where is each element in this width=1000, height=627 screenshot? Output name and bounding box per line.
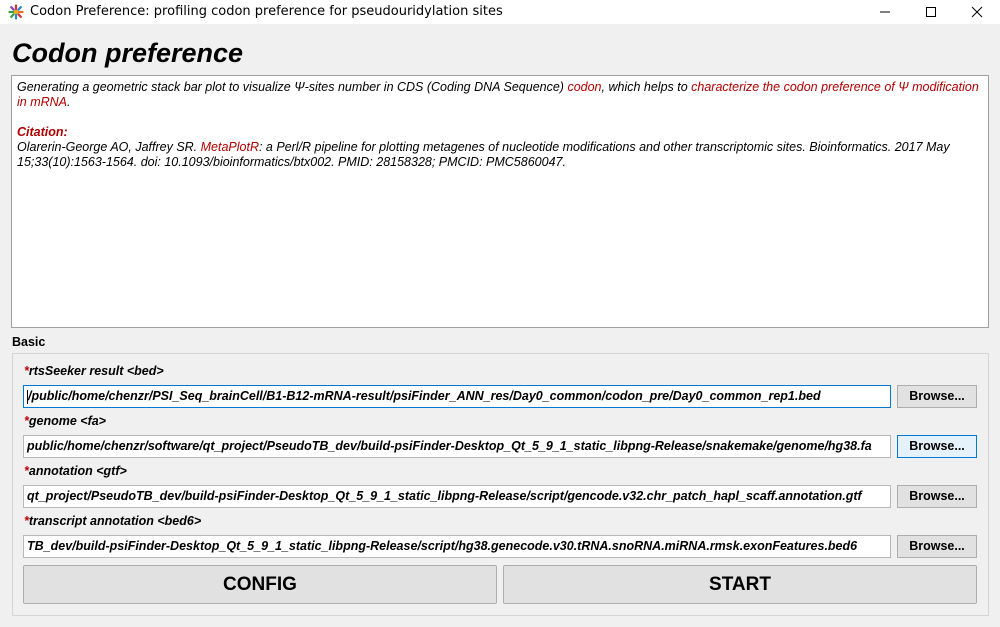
minimize-button[interactable] (862, 0, 908, 24)
browse-rtsseeker-button[interactable]: Browse... (897, 385, 977, 408)
codon-highlight: codon (567, 80, 602, 94)
metaplotr-link: MetaPlotR (200, 140, 259, 154)
minimize-icon (880, 11, 890, 13)
page-title: Codon preference (12, 38, 244, 68)
browse-annotation-button[interactable]: Browse... (897, 485, 977, 508)
genome-input[interactable]: public/home/chenzr/software/qt_project/P… (23, 435, 891, 458)
annotation-label: *annotation <gtf> (24, 464, 127, 478)
maximize-icon (926, 7, 936, 17)
window-title: Codon Preference: profiling codon prefer… (30, 4, 503, 19)
citation-label: Citation: (17, 125, 68, 139)
transcript-annotation-label: *transcript annotation <bed6> (24, 514, 202, 528)
close-button[interactable] (954, 0, 1000, 24)
rtsseeker-result-input[interactable]: /public/home/chenzr/PSI_Seq_brainCell/B1… (23, 385, 891, 408)
title-bar: Codon Preference: profiling codon prefer… (0, 0, 1000, 24)
annotation-input[interactable]: qt_project/PseudoTB_dev/build-psiFinder-… (23, 485, 891, 508)
basic-group-label: Basic (12, 335, 46, 349)
description-text: Generating a geometric stack bar plot to… (17, 80, 979, 109)
description-panel[interactable]: Generating a geometric stack bar plot to… (11, 75, 989, 328)
app-logo-icon (8, 4, 24, 20)
config-button[interactable]: CONFIG (23, 565, 497, 604)
transcript-annotation-input[interactable]: TB_dev/build-psiFinder-Desktop_Qt_5_9_1_… (23, 535, 891, 558)
genome-label: *genome <fa> (24, 414, 106, 428)
browse-transcript-annotation-button[interactable]: Browse... (897, 535, 977, 558)
maximize-button[interactable] (908, 0, 954, 24)
close-icon (971, 6, 983, 18)
citation-text: Olarerin-George AO, Jaffrey SR. MetaPlot… (17, 140, 950, 169)
browse-genome-button[interactable]: Browse... (897, 435, 977, 458)
rtsseeker-result-label: *rtsSeeker result <bed> (24, 364, 164, 378)
start-button[interactable]: START (503, 565, 977, 604)
